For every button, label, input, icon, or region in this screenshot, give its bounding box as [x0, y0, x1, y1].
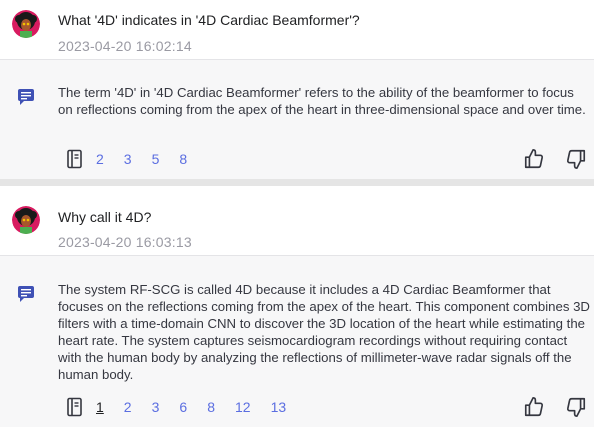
message-separator [0, 179, 594, 186]
answer-text: The system RF-SCG is called 4D because i… [58, 282, 590, 382]
source-link[interactable]: 3 [124, 149, 132, 169]
book-icon[interactable] [66, 149, 84, 169]
source-link[interactable]: 13 [271, 397, 287, 417]
bot-message-2: The system RF-SCG is called 4D because i… [0, 256, 594, 427]
sources-bar: 2 3 5 8 [58, 148, 207, 170]
sources-bar: 1 2 3 6 8 12 13 [58, 396, 306, 418]
source-link[interactable]: 8 [207, 397, 215, 417]
thumbs-up-icon[interactable] [523, 396, 545, 418]
source-link[interactable]: 8 [179, 149, 187, 169]
source-link[interactable]: 2 [96, 149, 104, 169]
user-avatar-icon [12, 10, 40, 38]
source-link-active[interactable]: 1 [96, 397, 104, 417]
chat-bubble-icon [18, 89, 34, 105]
source-link[interactable]: 3 [152, 397, 160, 417]
source-link[interactable]: 2 [124, 397, 132, 417]
thumbs-down-icon[interactable] [565, 148, 587, 170]
message-timestamp: 2023-04-20 16:02:14 [58, 38, 192, 54]
question-text: Why call it 4D? [58, 209, 152, 225]
thumbs-up-icon[interactable] [523, 148, 545, 170]
chat-bubble-icon [18, 286, 34, 302]
user-message-2: Why call it 4D? 2023-04-20 16:03:13 [0, 186, 594, 256]
source-link[interactable]: 6 [179, 397, 187, 417]
thumbs-down-icon[interactable] [565, 396, 587, 418]
message-timestamp: 2023-04-20 16:03:13 [58, 234, 192, 250]
answer-text: The term '4D' in '4D Cardiac Beamformer'… [58, 85, 586, 117]
book-icon[interactable] [66, 397, 84, 417]
source-link[interactable]: 5 [152, 149, 160, 169]
user-message-1: What '4D' indicates in '4D Cardiac Beamf… [0, 0, 594, 60]
bot-message-1: The term '4D' in '4D Cardiac Beamformer'… [0, 60, 594, 179]
user-avatar-icon [12, 206, 40, 234]
source-link[interactable]: 12 [235, 397, 251, 417]
question-text: What '4D' indicates in '4D Cardiac Beamf… [58, 12, 360, 28]
